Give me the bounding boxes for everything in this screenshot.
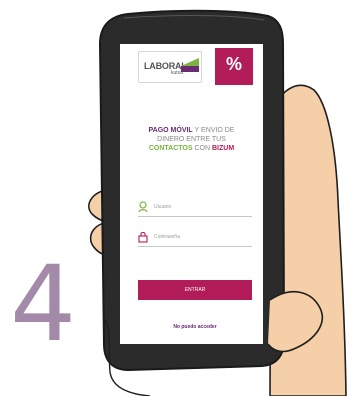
thumb: [267, 291, 323, 353]
step-number: 4: [10, 243, 77, 365]
phone-edge-stroke: [103, 317, 151, 396]
illustration: LABORAL kutxa % PAGO MÓVIL Y ENVIO DE DI…: [0, 0, 350, 396]
